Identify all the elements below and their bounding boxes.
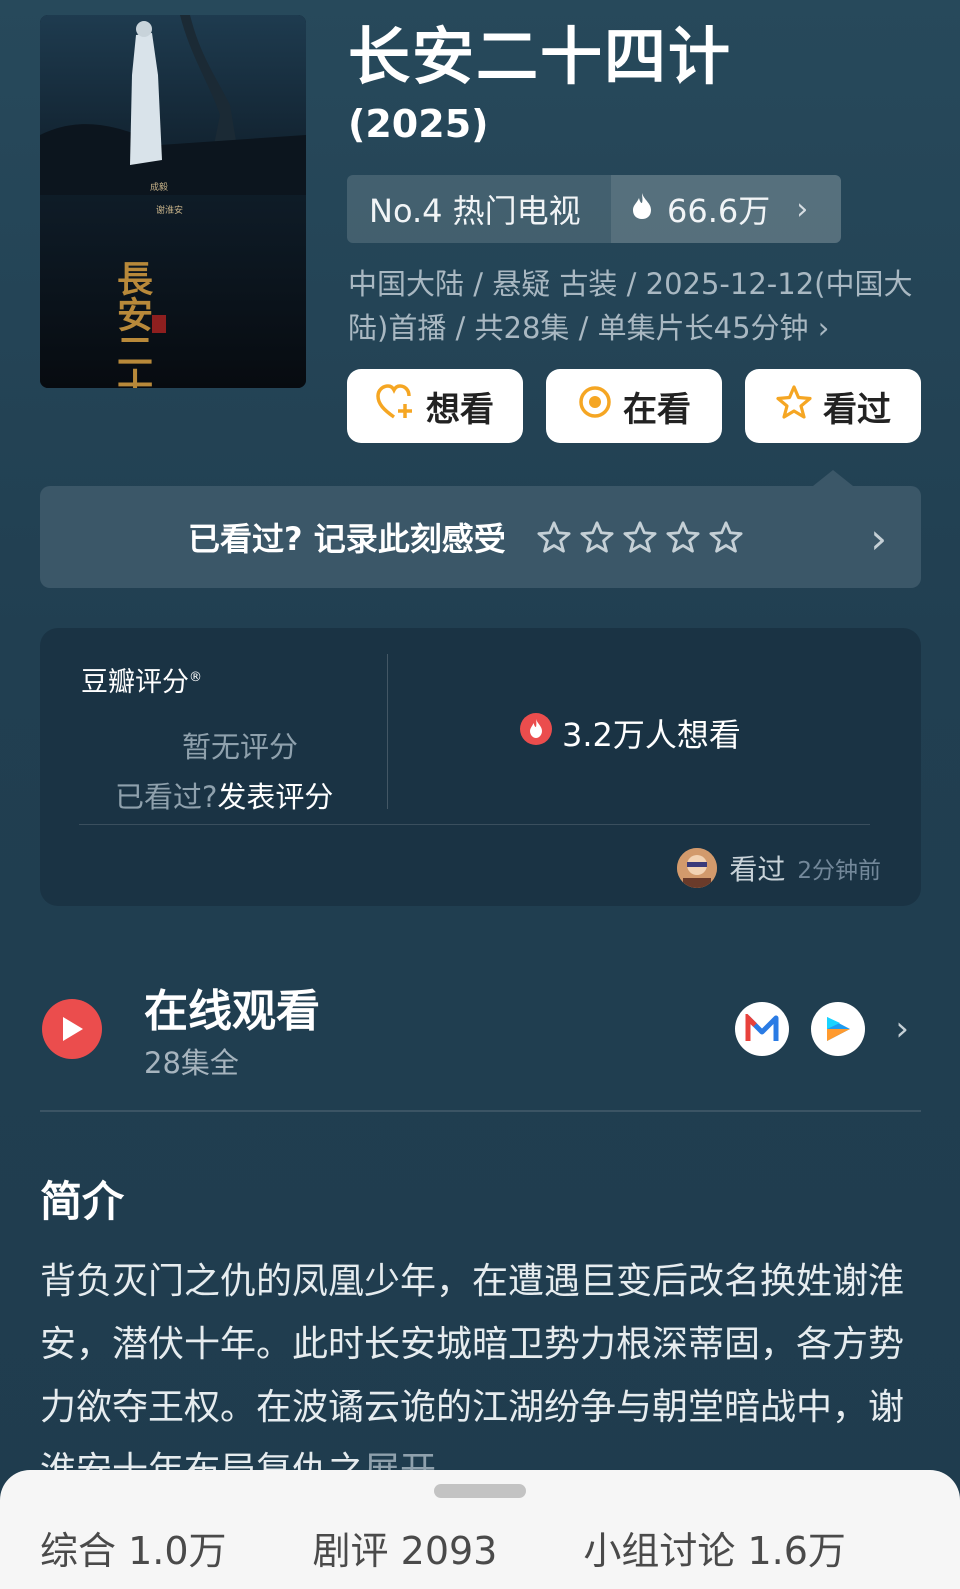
- star-icon: [623, 521, 657, 553]
- chevron-right-icon: ›: [817, 311, 830, 345]
- rank-bar[interactable]: No.4 热门电视 66.6万 ›: [347, 175, 841, 243]
- no-score-text: 暂无评分: [181, 730, 298, 764]
- post-rating-link[interactable]: 发表评分: [217, 780, 333, 814]
- recent-activity[interactable]: 看过 2分钟前: [677, 848, 881, 888]
- watched-button[interactable]: 看过: [745, 369, 921, 443]
- target-icon: [577, 384, 623, 429]
- poster-cast-1: 成毅: [150, 181, 168, 193]
- heat-section[interactable]: 66.6万 ›: [611, 175, 841, 243]
- star-icon: [537, 521, 571, 553]
- youku-icon[interactable]: [811, 1002, 866, 1056]
- star-icon: [666, 521, 700, 553]
- want-count-text: 3.2万人想看: [562, 716, 741, 754]
- flame-badge-icon: [520, 713, 562, 753]
- episode-count: 28集全: [144, 1046, 239, 1080]
- rate-prompt-bar[interactable]: 已看过? 记录此刻感受 ›: [40, 486, 921, 588]
- bottom-sheet[interactable]: 综合 1.0万 剧评 2093 小组讨论 1.6万: [0, 1470, 960, 1589]
- drag-handle[interactable]: [434, 1484, 526, 1498]
- poster-image[interactable]: 成毅 谢淮安 長安二十四計: [40, 15, 306, 388]
- intro-body: 背负灭门之仇的凤凰少年，在遭遇巨变后改名换姓谢淮安，潜伏十年。此时长安城暗卫势力…: [40, 1261, 905, 1491]
- star-icon: [580, 521, 614, 553]
- heat-value: 66.6万: [667, 192, 771, 230]
- star-icon: [709, 521, 743, 553]
- poster-cast-2: 谢淮安: [156, 204, 183, 216]
- tab-reviews[interactable]: 剧评 2093: [313, 1520, 498, 1575]
- douban-score-label: 豆瓣评分®: [81, 667, 202, 698]
- intro-heading: 简介: [40, 1177, 125, 1226]
- rate-prompt-text: 已看过? 记录此刻感受: [188, 520, 506, 558]
- divider: [40, 1110, 921, 1112]
- watching-button[interactable]: 在看: [546, 369, 722, 443]
- watching-label: 在看: [623, 389, 691, 430]
- online-watch-title: 在线观看: [144, 986, 320, 1037]
- action-buttons: 想看 在看 看过: [347, 369, 921, 443]
- heart-plus-icon: [376, 383, 426, 429]
- chevron-right-icon: ›: [870, 514, 887, 563]
- mango-tv-icon[interactable]: [735, 1002, 790, 1056]
- activity-verb: 看过: [729, 853, 786, 886]
- divider: [387, 654, 388, 809]
- online-watch-row[interactable]: 在线观看 28集全 ›: [40, 984, 921, 1080]
- want-button[interactable]: 想看: [347, 369, 523, 443]
- post-rating-line: 已看过?发表评分: [115, 780, 334, 814]
- play-icon: [42, 999, 102, 1059]
- want-label: 想看: [426, 389, 494, 430]
- popover-pointer: [813, 470, 853, 486]
- poster-calligraphy: 長安二十四計: [111, 260, 153, 388]
- watched-label: 看过: [823, 389, 891, 430]
- rank-label[interactable]: No.4 热门电视: [347, 175, 611, 243]
- chevron-right-icon: ›: [796, 191, 809, 227]
- show-title: 长安二十四计: [348, 20, 733, 93]
- platform-icons: ›: [713, 1002, 909, 1056]
- flame-icon: [631, 190, 653, 228]
- tab-overview[interactable]: 综合 1.0万: [40, 1520, 227, 1575]
- want-count[interactable]: 3.2万人想看: [520, 710, 741, 756]
- show-year: (2025): [348, 102, 489, 146]
- tab-group-discussion[interactable]: 小组讨论 1.6万: [583, 1520, 846, 1575]
- show-meta[interactable]: 中国大陆 / 悬疑 古装 / 2025-12-12(中国大陆)首播 / 共28集…: [348, 262, 918, 350]
- intro-text: 背负灭门之仇的凤凰少年，在遭遇巨变后改名换姓谢淮安，潜伏十年。此时长安城暗卫势力…: [40, 1250, 922, 1502]
- divider: [79, 824, 870, 825]
- score-card: 豆瓣评分® 暂无评分 已看过?发表评分 3.2万人想看 看过 2分钟前: [40, 628, 921, 906]
- avatar[interactable]: [677, 848, 718, 888]
- activity-time: 2分钟前: [797, 858, 881, 884]
- rating-stars[interactable]: [536, 520, 751, 554]
- star-icon: [775, 384, 823, 429]
- chevron-right-icon: ›: [895, 1009, 909, 1049]
- bottom-tabs: 综合 1.0万 剧评 2093 小组讨论 1.6万: [40, 1520, 932, 1575]
